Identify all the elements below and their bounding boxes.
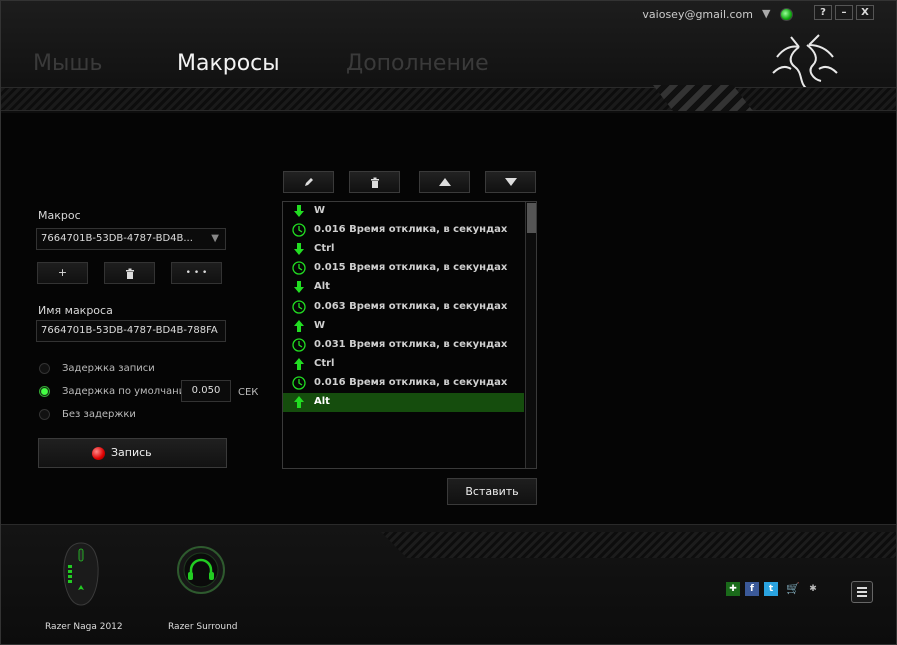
device-naga-label: Razer Naga 2012 — [45, 622, 123, 632]
edit-step-button[interactable] — [283, 171, 334, 193]
macro-select-value: 7664701B-53DB-4787-BD4B... — [41, 233, 193, 244]
record-button-label: Запись — [111, 446, 152, 459]
macro-name-field[interactable]: 7664701B-53DB-4787-BD4B-788FA — [36, 320, 226, 342]
macro-step-row[interactable]: 0.015 Время отклика, в секундах — [283, 259, 524, 278]
macro-select[interactable]: 7664701B-53DB-4787-BD4B... ▼ — [36, 228, 226, 250]
macro-step-text: 0.031 Время отклика, в секундах — [314, 338, 508, 350]
record-delay-radio[interactable] — [39, 363, 50, 374]
record-button[interactable]: Запись — [38, 438, 227, 468]
macro-step-text: Alt — [314, 396, 330, 407]
device-surround-label: Razer Surround — [168, 622, 238, 632]
razer-naga-mouse-icon[interactable] — [59, 541, 103, 607]
macro-step-text: 0.016 Время отклика, в секундах — [314, 376, 508, 388]
triangle-down-icon — [504, 178, 517, 186]
macro-step-row[interactable]: 0.031 Время отклика, в секундах — [283, 336, 524, 355]
macro-step-row[interactable]: Ctrl — [283, 355, 524, 374]
triangle-up-icon — [438, 178, 451, 186]
macro-step-text: W — [314, 205, 326, 216]
facebook-icon[interactable]: f — [745, 582, 759, 596]
macro-step-row[interactable]: W — [283, 202, 524, 221]
no-delay-radio[interactable] — [39, 409, 50, 420]
more-options-button[interactable]: • • • — [171, 262, 222, 284]
macro-label: Макрос — [38, 209, 81, 222]
clock-icon — [292, 376, 306, 390]
header-stripe — [1, 87, 896, 111]
scrollbar-thumb[interactable] — [527, 203, 536, 233]
gift-icon[interactable]: ✚ — [726, 582, 740, 596]
clock-icon — [292, 299, 306, 314]
default-delay-input[interactable]: 0.050 — [181, 380, 231, 402]
arrow-down-icon — [294, 243, 304, 256]
list-scrollbar[interactable] — [525, 202, 536, 468]
device-bar-stripe — [381, 532, 896, 558]
minimize-button[interactable]: – — [835, 5, 853, 20]
macro-steps-list[interactable]: Alt 0.016 Время отклика, в секундах Ctrl 0.… — [282, 201, 537, 469]
tab-macros[interactable]: Макросы — [177, 51, 280, 76]
macro-step-text: 0.015 Время отклика, в секундах — [314, 262, 508, 274]
macro-step-text: Ctrl — [314, 357, 335, 369]
default-delay-radio[interactable] — [39, 386, 50, 397]
arrow-up-icon — [294, 357, 304, 370]
online-status-icon — [780, 8, 793, 21]
tab-extras[interactable]: Дополнение — [346, 51, 489, 76]
arrow-down-icon — [294, 281, 304, 294]
macro-step-row[interactable]: W — [283, 317, 524, 336]
trash-icon — [370, 177, 379, 188]
macro-step-row[interactable]: Alt — [283, 393, 524, 412]
macro-step-text: 0.063 Время отклика, в секундах — [314, 300, 508, 312]
arrow-up-icon — [294, 319, 304, 332]
pencil-icon — [304, 178, 313, 186]
razer-store-icon[interactable]: ✱ — [806, 582, 820, 596]
record-delay-label: Задержка записи — [62, 363, 155, 374]
user-email[interactable]: vaiosey@gmail.com — [642, 8, 753, 21]
macro-step-text: 0.016 Время отклика, в секундах — [314, 224, 508, 236]
insert-button[interactable]: Вставить — [447, 478, 537, 505]
menu-button[interactable] — [851, 581, 873, 603]
default-delay-label: Задержка по умолчанию — [62, 386, 194, 397]
macro-name-label: Имя макроса — [38, 304, 113, 317]
trash-icon — [125, 268, 134, 279]
move-up-button[interactable] — [419, 171, 470, 193]
macro-step-row[interactable]: Ctrl — [283, 240, 524, 259]
twitter-icon[interactable]: t — [764, 582, 778, 596]
user-dropdown-icon[interactable]: ▼ — [762, 7, 770, 20]
help-button[interactable]: ? — [814, 5, 832, 20]
close-button[interactable]: X — [856, 5, 874, 20]
macro-step-text: W — [314, 319, 326, 331]
move-down-button[interactable] — [485, 171, 536, 193]
macro-step-row[interactable]: 0.016 Время отклика, в секундах — [283, 221, 524, 240]
delete-macro-button[interactable] — [104, 262, 155, 284]
chevron-down-icon: ▼ — [211, 233, 219, 244]
arrow-down-icon — [294, 205, 304, 217]
clock-icon — [292, 338, 306, 352]
macro-step-row[interactable]: 0.016 Время отклика, в секундах — [283, 374, 524, 393]
add-macro-button[interactable]: + — [37, 262, 88, 284]
macro-step-text: Alt — [314, 281, 330, 293]
clock-icon — [292, 223, 306, 237]
arrow-up-icon — [294, 396, 304, 408]
macro-step-row[interactable]: 0.063 Время отклика, в секундах — [283, 298, 524, 317]
no-delay-label: Без задержки — [62, 409, 136, 420]
record-dot-icon — [92, 447, 105, 460]
delete-step-button[interactable] — [349, 171, 400, 193]
delay-unit-label: СЕК — [238, 387, 259, 398]
clock-icon — [292, 261, 306, 275]
macro-step-row[interactable]: Alt — [283, 278, 524, 297]
tab-mouse[interactable]: Мышь — [33, 51, 102, 76]
synapse-window: vaiosey@gmail.com ▼ ? – X Мышь Макросы Д… — [0, 0, 897, 645]
macro-step-text: Ctrl — [314, 243, 335, 255]
razer-surround-icon[interactable] — [176, 545, 226, 595]
cart-icon[interactable]: 🛒 — [786, 582, 800, 596]
